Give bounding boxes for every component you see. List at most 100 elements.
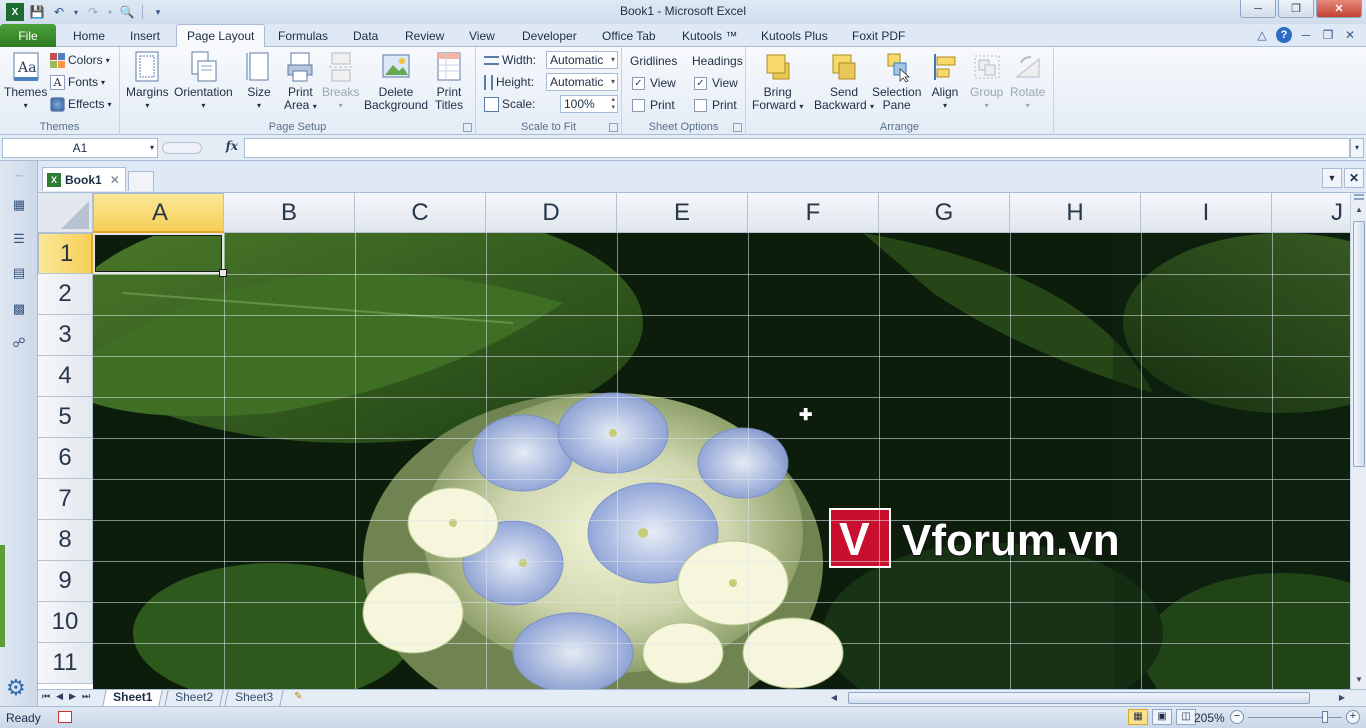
- row-header-9[interactable]: 9: [38, 561, 93, 602]
- help-icon[interactable]: ?: [1276, 27, 1292, 43]
- rotate-button[interactable]: Rotate ▾: [1010, 51, 1045, 112]
- redo-dropdown-icon[interactable]: ▾: [106, 3, 114, 21]
- scale-to-fit-launcher-icon[interactable]: [609, 123, 618, 132]
- row-header-5[interactable]: 5: [38, 397, 93, 438]
- gridlines-view-checkbox[interactable]: ✓ View: [632, 74, 676, 92]
- row-header-1[interactable]: 1: [38, 233, 93, 274]
- prev-sheet-icon[interactable]: ◀: [56, 691, 63, 702]
- sheet-options-launcher-icon[interactable]: [733, 123, 742, 132]
- minimize-button[interactable]: ─: [1240, 0, 1276, 18]
- doc-restore-icon[interactable]: ❐: [1320, 27, 1336, 43]
- save-icon[interactable]: 💾: [28, 3, 46, 21]
- page-break-preview-icon[interactable]: ◫: [1176, 709, 1196, 725]
- horizontal-scrollbar[interactable]: ◀ ▶: [828, 691, 1348, 706]
- effects-button[interactable]: Effects ▾: [50, 95, 111, 113]
- first-sheet-icon[interactable]: ⏮: [42, 691, 50, 702]
- tab-foxit-pdf[interactable]: Foxit PDF: [852, 24, 905, 47]
- tab-insert[interactable]: Insert: [130, 24, 160, 47]
- send-backward-button[interactable]: Send Backward ▾: [814, 51, 874, 113]
- headings-print-checkbox[interactable]: Print: [694, 96, 737, 114]
- last-sheet-icon[interactable]: ⏭: [82, 691, 90, 702]
- doc-tab-book1[interactable]: X Book1 ✕: [42, 167, 126, 191]
- active-cell-a1[interactable]: [93, 233, 227, 277]
- workbook-list-icon[interactable]: ▦: [10, 197, 28, 213]
- tab-office-tab[interactable]: Office Tab: [602, 24, 656, 47]
- column-header-g[interactable]: G: [879, 193, 1010, 233]
- print-preview-icon[interactable]: 🔍: [118, 3, 136, 21]
- horizontal-scroll-thumb[interactable]: [848, 692, 1310, 704]
- column-header-f[interactable]: F: [748, 193, 879, 233]
- delete-background-button[interactable]: Delete Background: [364, 51, 428, 112]
- autotext-icon[interactable]: ▤: [10, 265, 28, 281]
- formula-input[interactable]: [244, 138, 1350, 158]
- find-replace-icon[interactable]: ☍: [10, 335, 28, 351]
- column-header-j[interactable]: J: [1272, 193, 1350, 233]
- margins-button[interactable]: Margins ▾: [126, 51, 169, 112]
- tab-developer[interactable]: Developer: [522, 24, 577, 47]
- sheet-tab-sheet1[interactable]: Sheet1: [102, 690, 164, 706]
- tab-review[interactable]: Review: [405, 24, 444, 47]
- minimize-ribbon-icon[interactable]: △: [1254, 27, 1270, 43]
- split-handle-icon[interactable]: [1354, 194, 1364, 200]
- scroll-left-icon[interactable]: ◀: [828, 691, 840, 705]
- row-header-8[interactable]: 8: [38, 520, 93, 561]
- width-select[interactable]: Automatic ▾: [546, 51, 618, 69]
- pane-grip-icon[interactable]: ─: [10, 171, 28, 187]
- scale-input[interactable]: 100% ▴ ▾: [560, 95, 618, 113]
- group-button[interactable]: Group ▾: [970, 51, 1003, 112]
- orientation-button[interactable]: Orientation ▾: [174, 51, 233, 112]
- column-header-e[interactable]: E: [617, 193, 748, 233]
- doc-minimize-icon[interactable]: ─: [1298, 27, 1314, 43]
- breaks-button[interactable]: Breaks ▾: [322, 51, 359, 112]
- column-header-d[interactable]: D: [486, 193, 617, 233]
- row-header-6[interactable]: 6: [38, 438, 93, 479]
- zoom-in-icon[interactable]: +: [1346, 710, 1360, 724]
- tab-view[interactable]: View: [469, 24, 495, 47]
- excel-logo-icon[interactable]: X: [6, 3, 24, 21]
- zoom-level[interactable]: 205%: [1194, 711, 1225, 725]
- sheet-tab-sheet2[interactable]: Sheet2: [164, 690, 224, 706]
- redo-icon[interactable]: ↷: [84, 3, 102, 21]
- pane-toggle-handle[interactable]: [0, 545, 5, 647]
- insert-sheet-icon[interactable]: ✎: [294, 691, 310, 704]
- tab-formulas[interactable]: Formulas: [278, 24, 328, 47]
- tab-page-layout[interactable]: Page Layout: [176, 24, 266, 48]
- height-select[interactable]: Automatic ▾: [546, 73, 618, 91]
- bring-forward-button[interactable]: Bring Forward ▾: [752, 51, 803, 113]
- vertical-scroll-thumb[interactable]: [1353, 221, 1365, 467]
- column-header-i[interactable]: I: [1141, 193, 1272, 233]
- column-header-a[interactable]: A: [93, 193, 224, 233]
- new-doc-tab[interactable]: [128, 171, 154, 191]
- scroll-down-icon[interactable]: ▼: [1352, 673, 1366, 687]
- customize-qat-icon[interactable]: ▾: [149, 3, 167, 21]
- insert-function-icon[interactable]: fx: [226, 139, 238, 153]
- row-header-2[interactable]: 2: [38, 274, 93, 315]
- worksheet-grid[interactable]: V Vforum.vn ABCDEFGHIJ 1 2 3 4 5 6 7 8 9 10 11 ✚: [38, 193, 1350, 689]
- select-all-corner[interactable]: [38, 193, 93, 233]
- size-button[interactable]: Size ▾: [244, 51, 274, 112]
- zoom-knob[interactable]: [1322, 711, 1328, 723]
- close-tab-icon[interactable]: ✕: [110, 173, 120, 187]
- row-header-3[interactable]: 3: [38, 315, 93, 356]
- column-list-icon[interactable]: ▩: [10, 301, 28, 317]
- themes-button[interactable]: Aa Themes ▾: [4, 51, 47, 112]
- tab-kutools[interactable]: Kutools ™: [682, 24, 737, 47]
- tab-file[interactable]: File: [0, 24, 56, 47]
- column-header-b[interactable]: B: [224, 193, 355, 233]
- gridlines-print-checkbox[interactable]: Print: [632, 96, 675, 114]
- print-titles-button[interactable]: Print Titles: [434, 51, 464, 112]
- close-window-button[interactable]: ✕: [1316, 0, 1362, 18]
- sheet-list-icon[interactable]: ☰: [10, 231, 28, 247]
- scroll-right-icon[interactable]: ▶: [1336, 691, 1348, 705]
- page-layout-view-icon[interactable]: ▣: [1152, 709, 1172, 725]
- print-area-button[interactable]: Print Area ▾: [284, 51, 317, 113]
- fonts-button[interactable]: A Fonts ▾: [50, 73, 105, 91]
- restore-button[interactable]: ❐: [1278, 0, 1314, 18]
- doc-close-icon[interactable]: ✕: [1342, 27, 1358, 43]
- vertical-scrollbar[interactable]: ▲ ▼: [1350, 193, 1366, 689]
- column-header-c[interactable]: C: [355, 193, 486, 233]
- expand-formula-bar-icon[interactable]: ▾: [1350, 138, 1364, 158]
- undo-dropdown-icon[interactable]: ▾: [72, 3, 80, 21]
- selection-pane-button[interactable]: Selection Pane: [872, 51, 921, 112]
- sheet-tab-sheet3[interactable]: Sheet3: [224, 690, 284, 706]
